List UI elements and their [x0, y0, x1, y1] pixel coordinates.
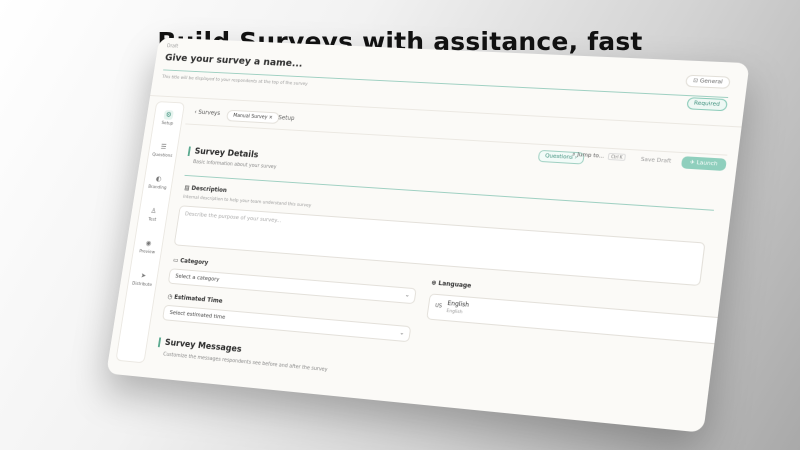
folder-icon: ▭ [172, 256, 179, 265]
close-icon[interactable]: × [268, 115, 273, 121]
survey-details-subtitle: Basic information about your survey [192, 159, 277, 171]
language-code: US [434, 302, 443, 310]
language-label: ⊕ Language [431, 279, 472, 289]
draft-status: Draft [166, 43, 179, 50]
language-select[interactable]: US English English ⌄ [426, 293, 729, 346]
globe-icon: ⊕ [430, 279, 437, 287]
category-label: ▭ Category [173, 257, 209, 267]
survey-name-hint: This title will be displayed to your res… [161, 75, 308, 88]
survey-name-input[interactable]: Give your survey a name... [164, 53, 303, 70]
sidebar-item-label: Distribute [131, 281, 153, 289]
back-to-surveys-link[interactable]: ‹ Surveys [194, 109, 221, 117]
questions-button-label: Questions [544, 153, 574, 161]
app-window-scene: Draft Give your survey a name... This ti… [0, 0, 800, 450]
breadcrumb-current: Setup [277, 114, 295, 122]
lock-icon: ⊡ [692, 78, 699, 85]
app-window: Draft Give your survey a name... This ti… [106, 37, 750, 433]
sidebar-item-label: Test [147, 217, 157, 223]
clock-icon: ◷ [166, 293, 173, 301]
sidebar-item-label: Branding [147, 184, 167, 191]
chevron-down-icon: ⌄ [398, 329, 405, 337]
sidebar-item-branding[interactable]: ◐ Branding [143, 173, 172, 191]
document-icon: ▤ [183, 184, 191, 192]
preview-icon: ◉ [145, 239, 152, 248]
launch-button[interactable]: ✈ Launch [680, 156, 727, 172]
sidebar-item-label: Setup [161, 121, 174, 127]
description-label-text: Description [190, 184, 228, 195]
survey-details-title: Survey Details [187, 146, 259, 161]
rocket-icon: ✈ [689, 159, 696, 167]
jump-to-shortcut: Ctrl K [607, 152, 627, 161]
estimated-time-value: Select estimated time [169, 310, 226, 321]
distribute-icon: ➤ [140, 271, 147, 280]
description-label: ▤ Description [184, 184, 227, 194]
language-label-text: Language [437, 279, 472, 290]
category-label-text: Category [179, 257, 209, 267]
estimated-time-select[interactable]: Select estimated time ⌄ [162, 304, 412, 343]
jump-to-label: Jump to... [576, 152, 605, 160]
save-draft-button[interactable]: Save Draft [640, 157, 671, 165]
sidebar-item-label: Questions [151, 152, 173, 159]
sidebar-item-label: Preview [138, 249, 156, 256]
sidebar-item-questions[interactable]: ☰ Questions [148, 141, 177, 159]
language-name: English [446, 299, 470, 309]
estimated-time-label-text: Estimated Time [173, 293, 223, 305]
sidebar-item-preview[interactable]: ◉ Preview [133, 238, 162, 256]
setup-icon: ⚙ [163, 109, 174, 120]
main-panel: ‹ Surveys Manual Survey × Setup Question… [146, 102, 731, 432]
general-badge[interactable]: ⊡ General [684, 74, 731, 89]
test-icon: ♙ [150, 207, 157, 216]
survey-messages-subtitle: Customize the messages respondents see b… [162, 351, 328, 374]
back-label: Surveys [197, 109, 221, 117]
general-label: General [699, 78, 723, 86]
questions-icon: ☰ [160, 142, 168, 151]
survey-type-pill[interactable]: Manual Survey × [225, 109, 280, 124]
launch-label: Launch [696, 160, 718, 168]
description-textarea[interactable]: Describe the purpose of your survey... [173, 205, 706, 287]
sidebar-item-setup[interactable]: ⚙ Setup [154, 109, 183, 127]
required-badge: Required [685, 97, 728, 112]
survey-type-label: Manual Survey [232, 112, 268, 121]
estimated-time-label: ◷ Estimated Time [167, 293, 223, 304]
category-value: Select a category [174, 273, 220, 283]
sidebar-item-distribute[interactable]: ➤ Distribute [128, 270, 157, 288]
chevron-down-icon: ⌄ [714, 327, 721, 336]
toolbar: Questions › ⌕ Jump to... Ctrl K Save Dra… [537, 149, 727, 175]
chevron-down-icon: ⌄ [404, 291, 411, 299]
branding-icon: ◐ [155, 174, 162, 183]
sidebar-item-test[interactable]: ♙ Test [138, 205, 167, 223]
language-native-name: English [445, 308, 463, 316]
search-icon: ⌕ [571, 151, 576, 158]
